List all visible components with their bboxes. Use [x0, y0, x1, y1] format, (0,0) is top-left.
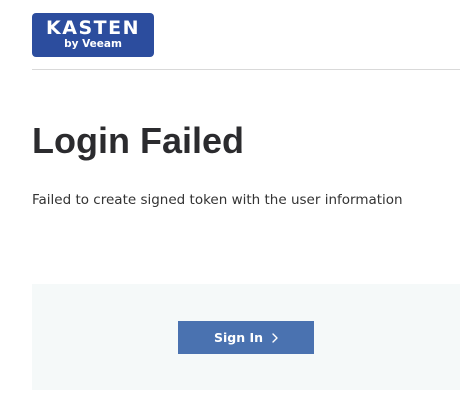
kasten-logo: KASTEN by Veeam — [32, 13, 154, 57]
login-failed-page: KASTEN by Veeam Login Failed Failed to c… — [0, 0, 474, 402]
logo-sub-text: by Veeam — [64, 38, 122, 50]
header-divider — [32, 69, 460, 70]
logo-main-text: KASTEN — [46, 17, 140, 39]
action-panel: Sign In — [32, 284, 460, 390]
error-message: Failed to create signed token with the u… — [32, 192, 403, 208]
sign-in-button[interactable]: Sign In — [178, 321, 314, 354]
page-title: Login Failed — [32, 120, 244, 161]
sign-in-label: Sign In — [213, 330, 264, 345]
chevron-right-icon — [272, 332, 278, 343]
